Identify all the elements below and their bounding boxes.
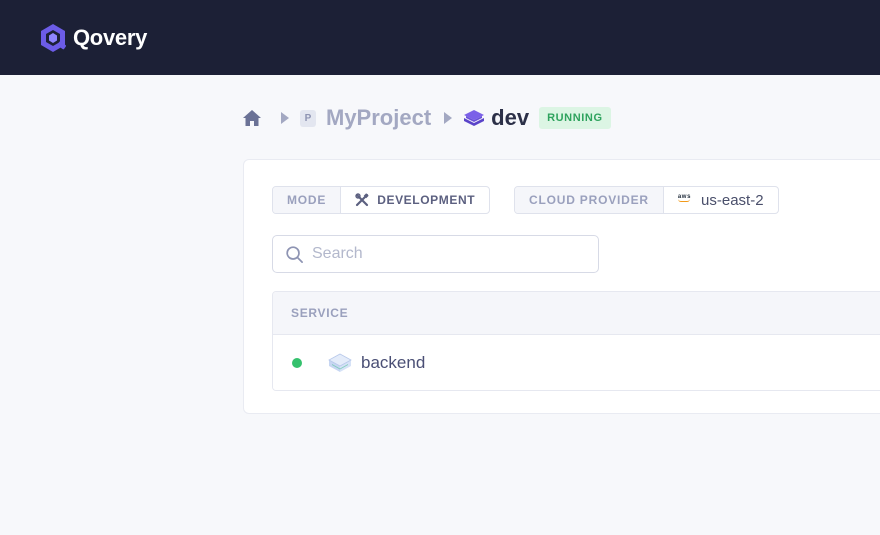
status-dot [292, 358, 302, 368]
region-text: us-east-2 [701, 191, 764, 209]
search-input[interactable] [312, 245, 592, 263]
table-row[interactable]: backend [273, 335, 880, 390]
layers-icon [464, 110, 485, 126]
home-icon[interactable] [242, 108, 262, 128]
service-column-header: SERVICE [291, 306, 349, 320]
service-name[interactable]: backend [361, 353, 425, 373]
search-icon [286, 245, 303, 263]
cloud-provider-label: CLOUD PROVIDER [515, 187, 664, 213]
breadcrumb: P MyProject dev RUNNING [242, 104, 611, 132]
status-badge: RUNNING [539, 107, 611, 129]
aws-icon: aws [677, 194, 692, 200]
top-bar: Qovery [0, 0, 880, 75]
chevron-right-icon [444, 112, 453, 124]
services-table: SERVICE backend [272, 291, 880, 391]
table-header: SERVICE [273, 292, 880, 335]
region-value: aws us-east-2 [664, 187, 778, 213]
mode-label: MODE [273, 187, 342, 213]
chevron-right-icon [281, 112, 289, 124]
brand-name: Qovery [73, 25, 148, 50]
service-cube-icon [328, 353, 352, 372]
mode-value-text: DEVELOPMENT [377, 193, 476, 207]
cloud-provider-chip: CLOUD PROVIDER aws us-east-2 [514, 186, 779, 214]
mode-value: DEVELOPMENT [341, 187, 489, 213]
mode-chip: MODE DEVELOPMENT [272, 186, 491, 214]
qovery-logo-icon [41, 24, 67, 52]
environment-card: MODE DEVELOPMENT CLOUD PROVIDER aws us-e… [243, 159, 880, 414]
project-badge: P [300, 109, 316, 127]
breadcrumb-project[interactable]: MyProject [326, 105, 431, 131]
breadcrumb-environment[interactable]: dev [491, 105, 529, 131]
search-field[interactable] [272, 235, 599, 273]
tools-icon [355, 193, 369, 207]
qovery-logo[interactable]: Qovery [37, 22, 147, 54]
